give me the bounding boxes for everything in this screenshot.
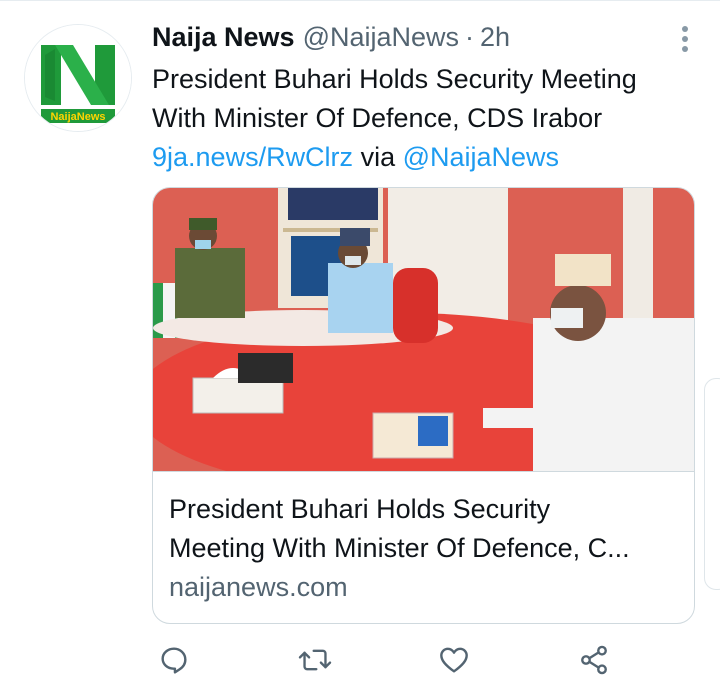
timestamp[interactable]: 2h [480, 22, 510, 53]
card-title-line: President Buhari Holds Security [169, 494, 551, 524]
scroll-handle[interactable] [704, 378, 720, 590]
card-title: President Buhari Holds Security Meeting … [169, 490, 679, 568]
tweet-text-line: With Minister Of Defence, CDS Irabor [152, 103, 603, 133]
short-link[interactable]: 9ja.news/RwClrz [152, 142, 353, 172]
more-options-icon[interactable] [680, 26, 690, 56]
avatar[interactable]: NaijaNews [24, 24, 132, 132]
separator-dot: · [465, 22, 475, 52]
link-card[interactable]: President Buhari Holds Security Meeting … [152, 187, 695, 624]
card-divider [153, 471, 694, 472]
naija-news-logo: NaijaNews [25, 25, 131, 131]
card-domain: naijanews.com [169, 572, 348, 602]
tweet-link-line: 9ja.news/RwClrz via @NaijaNews [152, 138, 702, 177]
tweet-text: President Buhari Holds Security Meeting … [152, 60, 702, 177]
tweet-header: Naija News @NaijaNews · 2h [152, 22, 700, 58]
svg-text:NaijaNews: NaijaNews [50, 111, 105, 123]
mention-link[interactable]: @NaijaNews [403, 142, 559, 172]
share-icon[interactable] [578, 644, 618, 684]
card-image [153, 188, 694, 471]
reply-icon[interactable] [158, 644, 198, 684]
card-title-line: Meeting With Minister Of Defence, C... [169, 533, 630, 563]
author-name[interactable]: Naija News [152, 22, 295, 53]
top-divider [0, 0, 720, 1]
author-handle[interactable]: @NaijaNews [303, 22, 459, 53]
like-icon[interactable] [438, 644, 478, 684]
tweet-text-line: President Buhari Holds Security Meeting [152, 64, 637, 94]
retweet-icon[interactable] [298, 644, 338, 684]
action-bar [158, 644, 638, 684]
via-text: via [360, 142, 396, 172]
